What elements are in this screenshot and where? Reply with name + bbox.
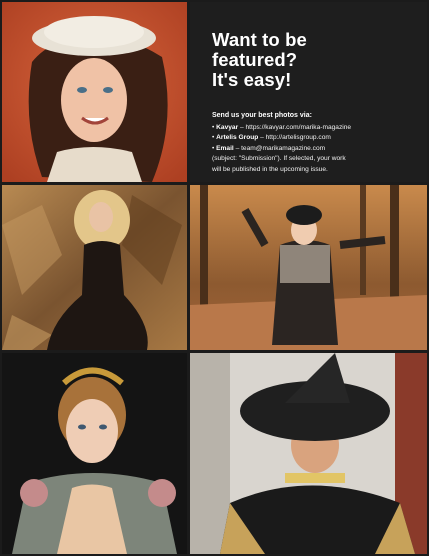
- magazine-page: Want to be featured? It's easy! Send us …: [0, 0, 429, 556]
- photo-girl-tiara: [2, 353, 187, 554]
- item-separator: –: [258, 134, 266, 142]
- promo-note-line-1: (subject: "Submission"). If selected, yo…: [212, 155, 346, 163]
- bullet: •: [212, 124, 215, 131]
- promo-intro: Send us your best photos via:: [212, 112, 312, 119]
- artelis-link[interactable]: http://artelisgroup.com: [266, 134, 331, 141]
- promo-headline: Want to be featured? It's easy!: [212, 30, 411, 90]
- photo-boy-wizard: [190, 353, 427, 554]
- item-separator: –: [233, 144, 242, 152]
- headline-line-3: It's easy!: [212, 69, 292, 90]
- headline-line-1: Want to be: [212, 29, 307, 50]
- bullet: •: [212, 144, 215, 152]
- submission-item-kavyar: • Kavyar – https://kavyar.com/marika-mag…: [212, 123, 411, 133]
- bullet: •: [212, 134, 215, 142]
- email-link[interactable]: team@marikamagazine.com: [241, 145, 325, 152]
- headline-line-2: featured?: [212, 49, 298, 70]
- kavyar-link[interactable]: https://kavyar.com/marika-magazine: [246, 124, 352, 131]
- submission-item-email: • Email – team@marikamagazine.com: [212, 144, 411, 154]
- promo-panel: Want to be featured? It's easy! Send us …: [190, 2, 427, 182]
- photo-girl-beret: [2, 2, 187, 182]
- item-separator: –: [238, 124, 246, 131]
- item-name: Kavyar: [216, 124, 239, 131]
- item-name: Artelis Group: [216, 134, 259, 142]
- submission-item-artelis: • Artelis Group – http://artelisgroup.co…: [212, 133, 411, 143]
- photo-girl-lace-dress: [2, 185, 187, 350]
- photo-girl-autumn-forest: [190, 185, 427, 350]
- item-name: Email: [216, 144, 234, 152]
- promo-note-line-2: will be published in the upcoming issue.: [212, 165, 328, 173]
